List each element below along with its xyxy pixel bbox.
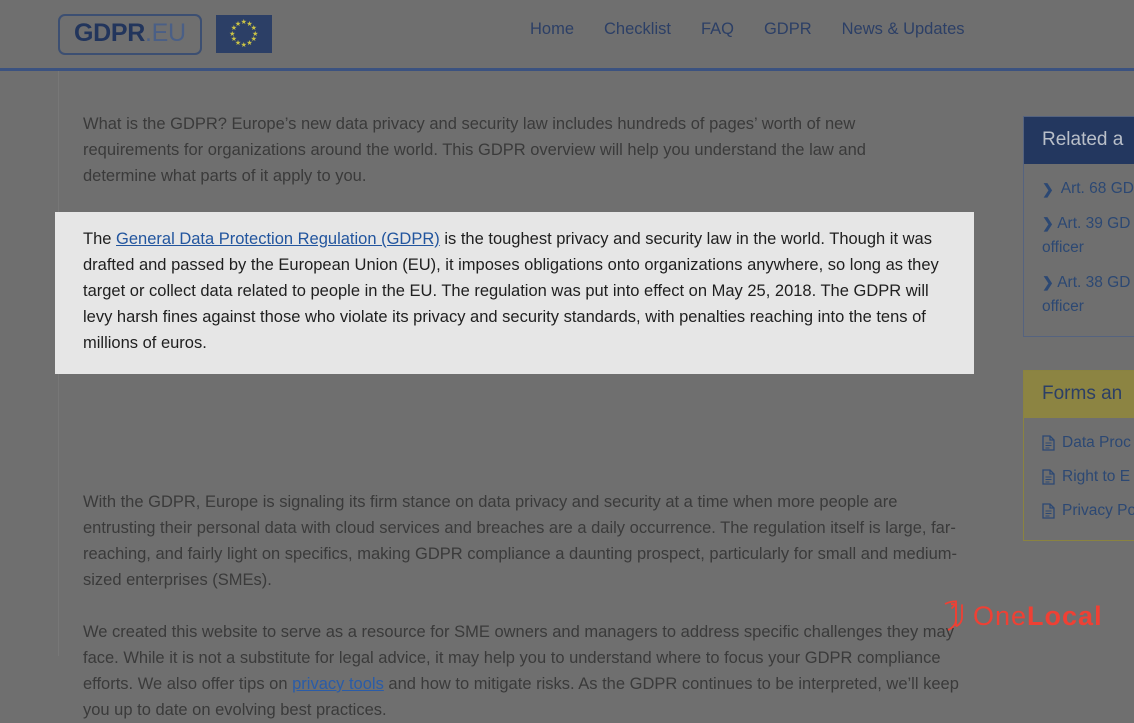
nav-item-gdpr[interactable]: GDPR [764, 20, 812, 39]
logo-secondary-text: .EU [145, 18, 186, 47]
highlight-lead-text: The [83, 230, 117, 248]
related-articles-list: ❯ Art. 68 GD ❯ Art. 39 GD officer ❯ Art.… [1024, 164, 1134, 336]
related-article-label: Art. 38 GD [1057, 274, 1131, 291]
page-root: GDPR.EU ★ ★ ★ ★ ★ ★ ★ ★ ★ ★ ★ ★ Home Checklist FAQ … [0, 0, 1134, 719]
gdpr-definition-link[interactable]: General Data Protection Regulation (GDPR… [116, 230, 440, 248]
gdpr-logo[interactable]: GDPR.EU [58, 13, 202, 55]
highlight-rest-text: is the toughest privacy and security law… [83, 230, 939, 352]
watermark-text-one: One [973, 600, 1028, 631]
nav-item-faq[interactable]: FAQ [701, 20, 734, 39]
related-article-item-3[interactable]: ❯ Art. 38 GD officer [1024, 265, 1134, 324]
forms-list: Data Proc Right to E Privacy Po [1024, 418, 1134, 540]
nav-item-home[interactable]: Home [530, 20, 574, 39]
forms-card: Forms an Data Proc Right to E Privacy Po [1023, 370, 1134, 541]
highlighted-paragraph-block[interactable]: The General Data Protection Regulation (… [55, 212, 974, 374]
onelocal-watermark: OneLocal [941, 600, 1103, 632]
forms-card-title: Forms an [1024, 371, 1134, 418]
eu-flag-icon: ★ ★ ★ ★ ★ ★ ★ ★ ★ ★ ★ ★ [215, 15, 272, 53]
nav-item-news[interactable]: News & Updates [842, 20, 965, 39]
document-icon [1042, 435, 1055, 451]
highlighted-paragraph: The General Data Protection Regulation (… [83, 226, 946, 356]
forms-item-label: Right to E [1062, 468, 1131, 485]
article-body: What is the GDPR? Europe’s new data priv… [55, 71, 974, 723]
related-articles-card: Related a ❯ Art. 68 GD ❯ Art. 39 GD offi… [1023, 116, 1134, 337]
content-area: What is the GDPR? Europe’s new data priv… [0, 71, 1134, 719]
forms-item-label: Privacy Po [1062, 502, 1134, 519]
forms-item-2[interactable]: Right to E [1024, 460, 1134, 494]
related-articles-title: Related a [1024, 117, 1134, 164]
right-sidebar: Related a ❯ Art. 68 GD ❯ Art. 39 GD offi… [1023, 116, 1134, 574]
watermark-text-local: Local [1027, 600, 1103, 631]
chevron-right-icon: ❯ [1042, 274, 1054, 290]
paragraph-two: With the GDPR, Europe is signaling its f… [83, 493, 957, 589]
forms-item-1[interactable]: Data Proc [1024, 426, 1134, 460]
related-article-item-2[interactable]: ❯ Art. 39 GD officer [1024, 206, 1134, 265]
related-article-label-line2: officer [1042, 239, 1084, 256]
privacy-tools-link[interactable]: privacy tools [292, 675, 384, 693]
forms-item-3[interactable]: Privacy Po [1024, 494, 1134, 528]
logo-primary-text: GDPR [74, 18, 146, 47]
site-header: GDPR.EU ★ ★ ★ ★ ★ ★ ★ ★ ★ ★ ★ ★ Home Checklist FAQ … [0, 0, 1134, 71]
related-article-item-1[interactable]: ❯ Art. 68 GD [1024, 172, 1134, 206]
main-nav: Home Checklist FAQ GDPR News & Updates [530, 20, 965, 39]
paragraph-three: We created this website to serve as a re… [83, 619, 973, 723]
document-icon [1042, 503, 1055, 519]
related-article-label: Art. 39 GD [1057, 215, 1131, 232]
related-article-label-line2: officer [1042, 298, 1084, 315]
chevron-right-icon: ❯ [1042, 181, 1054, 197]
onelocal-shield-icon [944, 600, 963, 631]
nav-item-checklist[interactable]: Checklist [604, 20, 671, 39]
related-article-label: Art. 68 GD [1060, 180, 1134, 197]
document-icon [1042, 469, 1055, 485]
intro-paragraph: What is the GDPR? Europe’s new data priv… [83, 115, 866, 185]
eu-star-icon: ★ [234, 20, 242, 28]
chevron-right-icon: ❯ [1042, 215, 1054, 231]
brand[interactable]: GDPR.EU ★ ★ ★ ★ ★ ★ ★ ★ ★ ★ ★ ★ [58, 13, 272, 55]
forms-item-label: Data Proc [1062, 434, 1131, 451]
